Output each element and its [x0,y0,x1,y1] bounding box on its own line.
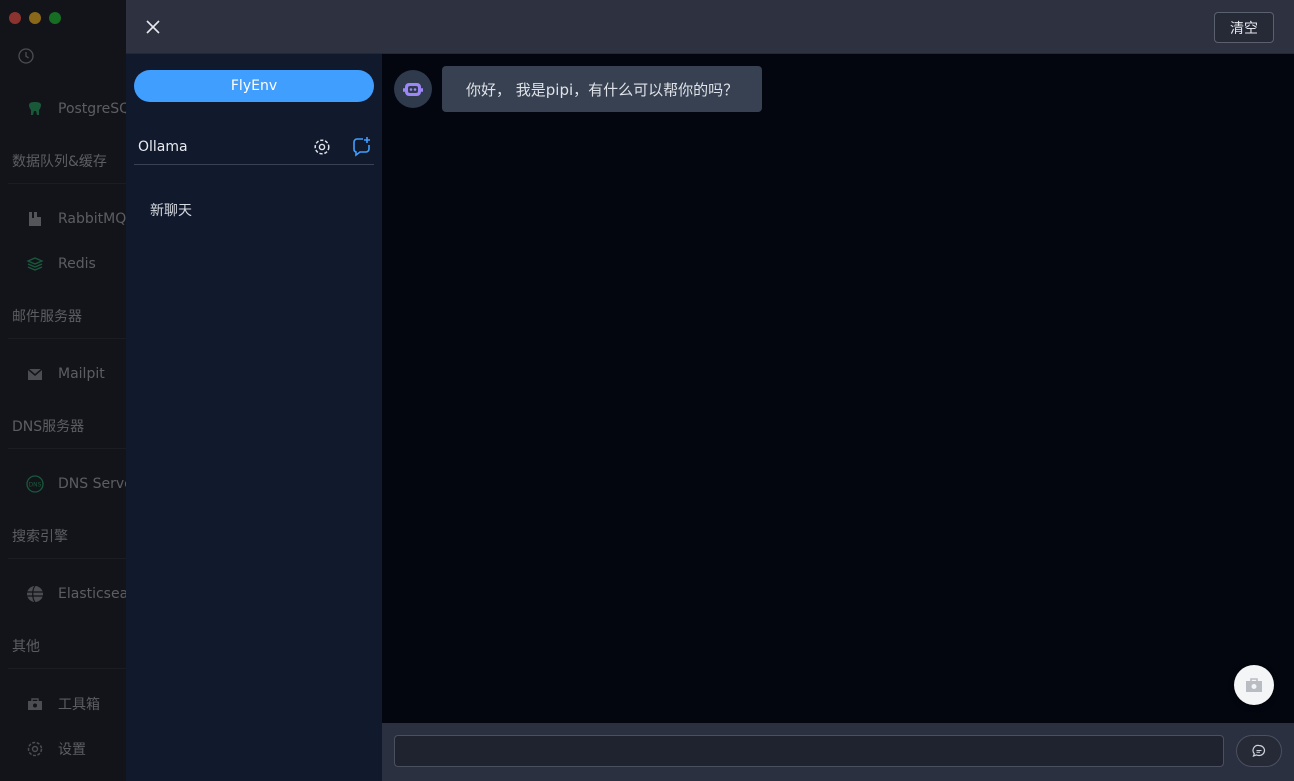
gear-icon [27,741,43,757]
background-sidebar: PostgreSQL 数据队列&缓存 RabbitMQ Redis 邮件服务器 … [0,0,126,781]
divider [8,448,126,449]
rabbit-icon [29,212,41,226]
drawer-header: 清空 [126,0,1294,54]
window-minimize-button[interactable] [29,12,41,24]
sidebar-item-dns-server[interactable]: DNS DNS Server [0,472,126,496]
sidebar-item-rabbitmq[interactable]: RabbitMQ [0,207,126,231]
section-title-queue: 数据队列&缓存 [12,154,107,170]
bot-avatar [394,70,432,108]
sidebar-item-settings[interactable]: 设置 [0,737,126,761]
app-name-button[interactable]: FlyEnv [134,70,374,102]
message-input[interactable] [394,735,1224,767]
sidebar-item-label: Mailpit [58,366,105,382]
sidebar-item-label: Redis [58,256,96,272]
input-bar [382,723,1294,781]
close-icon [146,20,160,34]
sidebar-item-label: DNS Server [58,476,126,492]
traffic-lights [9,12,61,24]
section-title-dns: DNS服务器 [12,419,85,435]
provider-row: Ollama [134,130,374,165]
new-chat-icon[interactable] [350,136,372,158]
divider [8,183,126,184]
clock-icon[interactable] [17,47,35,65]
window-maximize-button[interactable] [49,12,61,24]
svg-text:DNS: DNS [29,482,42,489]
app-window: PostgreSQL 数据队列&缓存 RabbitMQ Redis 邮件服务器 … [0,0,1294,781]
sidebar-item-mailpit[interactable]: Mailpit [0,362,126,386]
divider [8,558,126,559]
close-drawer-button[interactable] [142,16,164,38]
divider [8,338,126,339]
ai-chat-drawer: 清空 FlyEnv Ollama 新聊天 你好， 我是pipi，有什么可以帮你的… [126,0,1294,781]
divider [8,668,126,669]
globe-icon [27,585,43,603]
chat-list-panel: FlyEnv Ollama 新聊天 [126,54,382,781]
window-close-button[interactable] [9,12,21,24]
sidebar-item-label: Elasticsearch [58,586,126,602]
section-title-mail: 邮件服务器 [12,309,82,325]
robot-icon [403,83,423,96]
sidebar-item-postgresql[interactable]: PostgreSQL [0,97,126,121]
section-title-search: 搜索引擎 [12,529,68,545]
sidebar-item-toolbox[interactable]: 工具箱 [0,692,126,716]
toolbox-float-button[interactable] [1234,665,1274,705]
provider-name: Ollama [138,139,188,155]
assistant-message: 你好， 我是pipi，有什么可以帮你的吗？ [442,66,763,112]
send-button[interactable] [1236,735,1282,767]
toolbox-icon [1246,678,1262,692]
message-area: 你好， 我是pipi，有什么可以帮你的吗？ [382,54,1294,723]
gear-icon[interactable] [312,137,332,157]
layers-icon [26,257,44,271]
sidebar-item-label: 设置 [58,742,86,758]
sidebar-item-label: PostgreSQL [58,101,126,117]
sidebar-item-label: RabbitMQ [58,211,126,227]
toolbox-icon [28,698,42,710]
section-title-other: 其他 [12,639,40,655]
elephant-icon [29,102,41,115]
sidebar-item-elasticsearch[interactable]: Elasticsearch [0,582,126,606]
sidebar-item-redis[interactable]: Redis [0,252,126,276]
chat-list-item[interactable]: 新聊天 [134,194,374,226]
chat-bubble-icon [1252,744,1266,758]
clear-button[interactable]: 清空 [1214,12,1274,43]
sidebar-item-label: 工具箱 [58,697,100,713]
mail-icon [27,368,43,380]
dns-icon: DNS [26,475,44,493]
